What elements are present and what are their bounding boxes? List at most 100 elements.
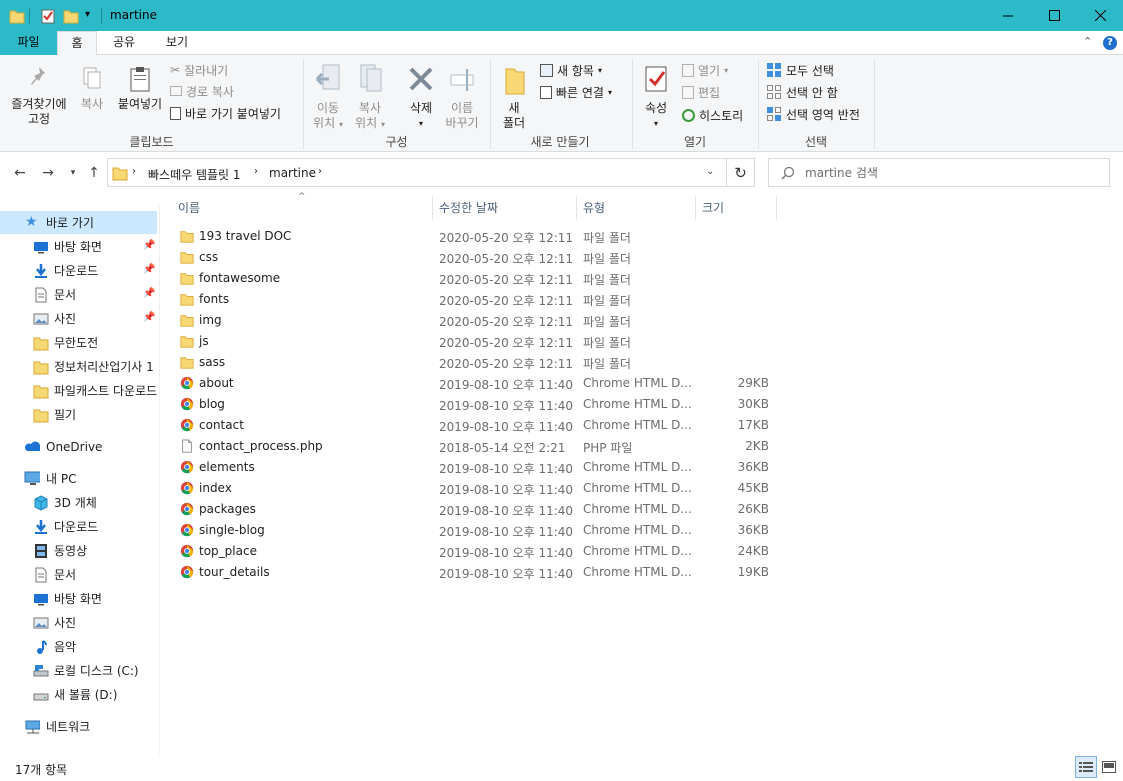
collapse-ribbon-icon[interactable]: ⌃ [1083,35,1092,48]
nav-pc-item[interactable]: 사진 [0,611,157,634]
copy-path-button[interactable]: 경로 복사 [170,82,234,100]
open-button[interactable]: 열기 ▾ [682,61,728,79]
tab-home[interactable]: 홈 [57,31,97,56]
file-type: 파일 폴더 [583,231,631,245]
new-item-button[interactable]: 새 항목 ▾ [540,61,602,79]
easy-access-button[interactable]: 빠른 연결 ▾ [540,83,612,101]
nav-item-label: 파일캐스트 다운로드 [54,384,157,398]
history-button[interactable]: 히스토리 [682,106,743,124]
recent-locations-button[interactable]: ▾ [63,163,83,183]
nav-quick-item[interactable]: 무한도전 [0,331,157,354]
breadcrumb-item[interactable]: 빠스떼우 템플릿 1 [148,166,241,183]
file-row[interactable]: elements 2019-08-10 오후 11:40 Chrome HTML D… [172,457,776,478]
file-row[interactable]: about 2019-08-10 오후 11:40 Chrome HTML D...… [172,373,776,394]
invert-selection-button[interactable]: 선택 영역 반전 [766,105,860,123]
nav-pc-item[interactable]: 로컬 디스크 (C:) [0,659,157,682]
nav-this-pc[interactable]: 내 PC [0,467,157,490]
nav-network[interactable]: 네트워크 [0,715,157,738]
details-view-button[interactable] [1075,756,1097,778]
cut-button[interactable]: ✂ 잘라내기 [170,61,228,79]
forward-button[interactable]: → [38,163,58,183]
pane-splitter[interactable] [159,205,160,754]
rename-button[interactable]: 이름 바꾸기 [442,63,482,131]
column-divider[interactable] [776,196,777,220]
folder-icon[interactable] [9,7,25,25]
nav-quick-item[interactable]: 필기 [0,403,157,426]
copy-path-icon [170,86,182,96]
new-folder-button[interactable]: 새 폴더 [496,63,532,131]
chrome-html-icon [180,418,194,432]
nav-pc-item[interactable]: 새 볼륨 (D:) [0,683,157,706]
copy-button[interactable]: 복사 [74,65,110,112]
maximize-button[interactable] [1031,0,1077,31]
file-row[interactable]: packages 2019-08-10 오후 11:40 Chrome HTML D… [172,499,776,520]
file-row[interactable]: fonts 2020-05-20 오후 12:11 파일 폴더 [172,289,776,310]
move-to-button[interactable]: 이동 위치 ▾ [308,63,348,132]
file-row[interactable]: sass 2020-05-20 오후 12:11 파일 폴더 [172,352,776,373]
nav-pc-item[interactable]: 음악 [0,635,157,658]
edit-button[interactable]: 편집 [682,83,720,101]
properties-button[interactable]: 속성 ▾ [636,63,676,131]
column-header-size[interactable]: 크기 [696,196,776,220]
file-row[interactable]: single-blog 2019-08-10 오후 11:40 Chrome HTM… [172,520,776,541]
file-row[interactable]: index 2019-08-10 오후 11:40 Chrome HTML D...… [172,478,776,499]
tab-share[interactable]: 공유 [100,31,148,55]
file-row[interactable]: js 2020-05-20 오후 12:11 파일 폴더 [172,331,776,352]
nav-quick-item[interactable]: 문서 📌 [0,283,157,306]
nav-quick-item[interactable]: 사진 📌 [0,307,157,330]
tab-file[interactable]: 파일 [0,31,57,55]
nav-quick-item[interactable]: 다운로드 📌 [0,259,157,282]
file-row[interactable]: top_place 2019-08-10 오후 11:40 Chrome HTML … [172,541,776,562]
new-folder-icon[interactable] [63,7,79,25]
back-button[interactable]: ← [10,163,30,183]
file-row[interactable]: img 2020-05-20 오후 12:11 파일 폴더 [172,310,776,331]
customize-quick-access-icon[interactable]: ▾ [85,9,90,27]
column-header-date[interactable]: 수정한 날짜 [433,196,576,220]
nav-pc-item[interactable]: 바탕 화면 [0,587,157,610]
pin-icon[interactable]: 📌 [143,240,155,251]
chevron-down-icon: ▾ [597,65,602,75]
search-input[interactable]: martine 검색 [768,158,1110,187]
file-row[interactable]: 193 travel DOC 2020-05-20 오후 12:11 파일 폴더 [172,226,776,247]
file-row[interactable]: tour_details 2019-08-10 오후 11:40 Chrome HT… [172,562,776,583]
breadcrumb-item[interactable]: martine [269,166,316,180]
delete-button[interactable]: 삭제 ▾ [401,63,441,131]
pin-icon[interactable]: 📌 [143,264,155,275]
help-icon[interactable]: ? [1103,36,1117,50]
folder-icon [180,273,194,285]
paste-button[interactable]: 붙여넣기 [112,65,168,112]
nav-pc-item[interactable]: 다운로드 [0,515,157,538]
file-row[interactable]: blog 2019-08-10 오후 11:40 Chrome HTML D... 3… [172,394,776,415]
file-row[interactable]: fontawesome 2020-05-20 오후 12:11 파일 폴더 [172,268,776,289]
file-row[interactable]: css 2020-05-20 오후 12:11 파일 폴더 [172,247,776,268]
nav-quick-item[interactable]: 파일캐스트 다운로드 [0,379,157,402]
pin-icon[interactable]: 📌 [143,312,155,323]
nav-pc-item[interactable]: 동영상 [0,539,157,562]
file-row[interactable]: contact_process.php 2018-05-14 오전 2:21 PHP… [172,436,776,457]
refresh-button[interactable]: ↻ [727,158,755,187]
network-icon [25,720,40,734]
nav-pc-item[interactable]: 문서 [0,563,157,586]
pin-to-quick-access-button[interactable]: 즐겨찾기에 고정 [5,65,73,127]
large-icons-view-button[interactable] [1098,756,1120,778]
nav-quick-item[interactable]: 바탕 화면 📌 [0,235,157,258]
file-row[interactable]: contact 2019-08-10 오후 11:40 Chrome HTML D.… [172,415,776,436]
properties-icon[interactable] [40,7,56,25]
close-button[interactable] [1077,0,1123,31]
select-all-button[interactable]: 모두 선택 [766,61,834,79]
pin-icon[interactable]: 📌 [143,288,155,299]
tab-view[interactable]: 보기 [153,31,201,55]
address-history-dropdown-icon[interactable]: ⌄ [706,166,714,177]
nav-quick-item[interactable]: 정보처리산업기사 1 [0,355,157,378]
address-bar[interactable]: › 빠스떼우 템플릿 1 › martine › ⌄ [107,158,727,187]
select-none-button[interactable]: 선택 안 함 [766,83,838,101]
nav-item-label: 문서 [54,568,77,582]
copy-to-button[interactable]: 복사 위치 ▾ [350,63,390,132]
column-header-type[interactable]: 유형 [577,196,695,220]
up-button[interactable]: ↑ [84,163,104,183]
nav-onedrive[interactable]: OneDrive [0,435,157,458]
nav-pc-item[interactable]: 3D 개체 [0,491,157,514]
nav-quick-access[interactable]: ★ 바로 가기 [0,211,157,234]
paste-shortcut-button[interactable]: 바로 가기 붙여넣기 [170,104,281,122]
minimize-button[interactable] [985,0,1031,31]
